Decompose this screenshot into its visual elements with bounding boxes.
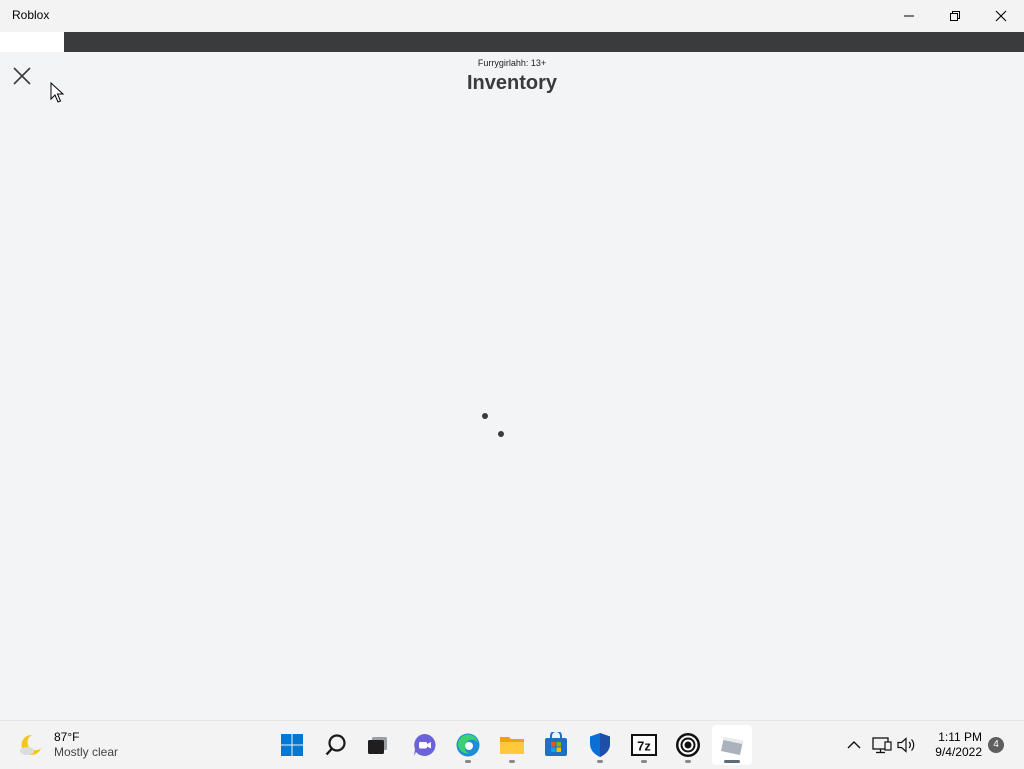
roblox-icon: [721, 737, 743, 755]
moon-cloud-icon: [20, 734, 41, 755]
taskbar-security-button[interactable]: [580, 725, 620, 765]
store-icon: [545, 732, 567, 756]
taskbar-edge-button[interactable]: [448, 725, 488, 765]
running-indicator: [685, 760, 691, 763]
7zip-label: 7z: [637, 739, 651, 754]
search-icon: [325, 734, 346, 756]
window-title: Roblox: [12, 8, 50, 22]
folder-icon: [500, 737, 524, 754]
shield-icon: [590, 733, 610, 757]
restore-button[interactable]: [932, 0, 978, 32]
minimize-icon: [904, 15, 914, 17]
running-indicator: [509, 760, 515, 763]
modal-subtitle: Furrygirlahh: 13+: [477, 58, 547, 68]
restore-icon: [950, 11, 960, 21]
clock-time: 1:11 PM: [938, 730, 982, 744]
weather-temperature: 87°F: [54, 730, 80, 744]
weather-widget[interactable]: 87°F Mostly clear: [18, 729, 118, 761]
running-indicator: [597, 760, 603, 763]
taskbar-chat-button[interactable]: [404, 725, 444, 765]
taskbar-store-button[interactable]: [536, 725, 576, 765]
title-bar: Roblox: [0, 0, 1024, 32]
mouse-cursor-icon: [50, 82, 64, 103]
weather-condition: Mostly clear: [54, 745, 119, 759]
volume-icon: [897, 737, 915, 753]
network-button[interactable]: [870, 721, 894, 769]
taskbar-obs-button[interactable]: [668, 725, 708, 765]
taskbar-7zip-button[interactable]: 7z: [624, 725, 664, 765]
clock-date: 9/4/2022: [935, 745, 982, 759]
show-hidden-icons-button[interactable]: [842, 721, 866, 769]
active-indicator: [724, 760, 740, 763]
taskbar-start-button[interactable]: [272, 725, 312, 765]
task-view-icon: [368, 737, 387, 754]
close-window-button[interactable]: [978, 0, 1024, 32]
obs-icon: [676, 733, 700, 757]
running-indicator: [465, 760, 471, 763]
network-icon: [872, 737, 892, 754]
taskbar-file-explorer-button[interactable]: [492, 725, 532, 765]
running-indicator: [641, 760, 647, 763]
background-app-header: [0, 32, 1024, 52]
taskbar-roblox-button[interactable]: [712, 725, 752, 765]
chevron-up-icon: [847, 741, 861, 749]
volume-button[interactable]: [894, 721, 920, 769]
edge-icon: [456, 733, 480, 757]
taskbar-task-view-button[interactable]: [358, 725, 398, 765]
notification-badge[interactable]: 4: [988, 737, 1004, 753]
modal-title: Inventory: [466, 72, 558, 94]
close-icon: [995, 10, 1007, 22]
windows-start-icon: [281, 734, 303, 756]
background-tab: [0, 32, 64, 52]
loading-spinner: [478, 410, 510, 440]
inventory-modal: Furrygirlahh: 13+ Inventory: [0, 52, 1024, 720]
chat-icon: [414, 733, 436, 756]
taskbar-clock[interactable]: 1:11 PM 9/4/2022: [920, 730, 982, 760]
spinner-dot: [498, 431, 504, 437]
minimize-button[interactable]: [886, 0, 932, 32]
7zip-icon: 7z: [631, 734, 657, 756]
taskbar-search-button[interactable]: [316, 725, 356, 765]
spinner-dot: [482, 413, 488, 419]
taskbar: 87°F Mostly clear 7z 1:11 PM 9/4/2022 4: [0, 720, 1024, 769]
